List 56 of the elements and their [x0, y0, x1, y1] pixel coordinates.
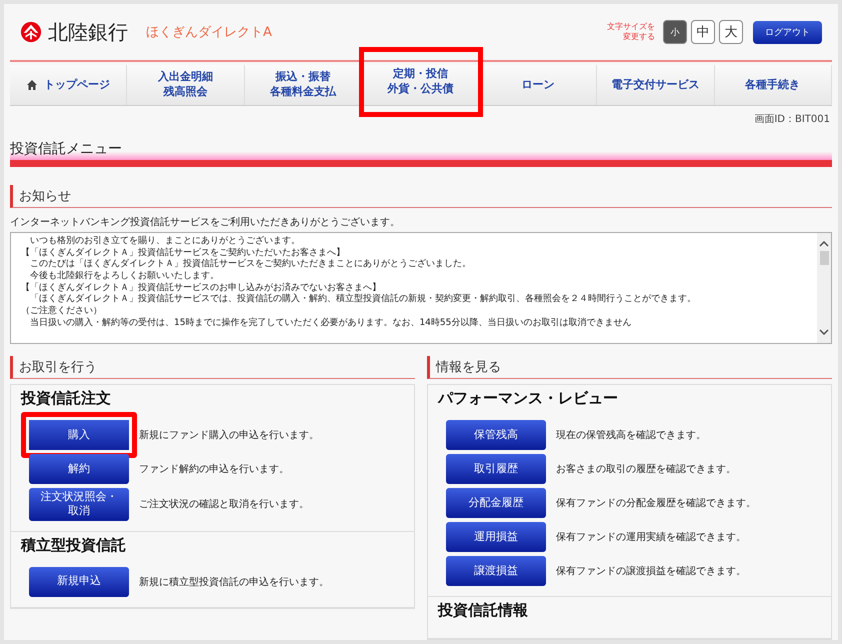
service-name: ほくぎんダイレクトA	[146, 24, 272, 41]
scrollbar-thumb[interactable]	[820, 251, 828, 265]
menu-button[interactable]: 分配金履歴	[446, 488, 546, 518]
section-heading: お知らせ	[10, 185, 832, 208]
screen-id: 画面ID：BIT001	[754, 114, 830, 125]
notice-line: 今後も北陸銀行をよろしくお願いいたします。	[29, 271, 220, 282]
font-size-label: 文字サイズを変更する	[606, 22, 655, 42]
notice-line: いつも格別のお引き立てを賜り、まことにありがとうございます。	[29, 236, 301, 248]
home-icon	[26, 79, 38, 91]
notice-line: 【「ほくぎんダイレクトＡ」投資信託サービスのお申し込みがお済みでないお客さまへ】	[21, 282, 382, 294]
group-title: 投資信託情報	[438, 601, 529, 620]
notice-line: 当日扱いの購入・解約等の受付は、15時までに操作を完了していただく必要があります。なお、14時55分以降、当日扱いのお取引は取消できません	[29, 318, 632, 330]
nav-tab[interactable]: 振込・振替 各種料金支払	[244, 65, 362, 105]
bank-name: 北陸銀行	[48, 18, 128, 46]
nav-tab[interactable]: 入出金明細 残高照会	[127, 65, 245, 105]
group-title: パフォーマンス・レビュー	[438, 389, 619, 408]
menu-description: 保有ファンドの運用実績を確認できます。	[556, 530, 746, 544]
font-size-button[interactable]: 中	[691, 20, 715, 44]
highlighted-nav-tab[interactable]: 定期・投信 外貨・公共債	[362, 50, 480, 114]
scroll-up-icon[interactable]	[819, 241, 829, 247]
menu-description: 保有ファンドの譲渡損益を確認できます。	[556, 564, 746, 578]
menu-description: 新規に積立型投資信託の申込を行います。	[139, 576, 329, 589]
menu-button[interactable]: 取引履歴	[446, 454, 546, 484]
scroll-down-icon[interactable]	[819, 329, 829, 335]
menu-description: 新規にファンド購入の申込を行います。	[139, 428, 319, 442]
nav-tab[interactable]: トップページ	[10, 65, 128, 105]
notice-line: 【「ほくぎんダイレクトＡ」投資信託サービスをご契約いただいたお客さまへ】	[21, 248, 346, 258]
menu-button[interactable]: 新規申込	[29, 566, 129, 597]
nav-tab[interactable]: ローン	[480, 65, 598, 105]
scrollbar[interactable]	[817, 233, 831, 343]
notice-line: 「ほくぎんダイレクトＡ」投資信託サービスでは、投資信託の購入・解約、積立型投資信託の新規・契約変更・解約取引、各種照会を２４時間行うことができます。	[29, 294, 697, 306]
menu-description: ファンド解約の申込を行います。	[139, 462, 289, 476]
menu-button[interactable]: 運用損益	[446, 522, 546, 552]
menu-button[interactable]: 購入	[21, 412, 137, 458]
group-title: 積立型投資信託	[21, 536, 127, 555]
bank-logo-icon	[20, 21, 42, 43]
menu-description: 保有ファンドの分配金履歴を確認できます。	[556, 496, 756, 510]
font-size-button[interactable]: 小	[663, 20, 687, 44]
menu-button[interactable]: 解約	[29, 454, 129, 484]
group-title: 投資信託注文	[21, 389, 112, 408]
menu-description: お客さまの取引の履歴を確認できます。	[556, 462, 736, 476]
notice-line: このたびは「ほくぎんダイレクトＡ」投資信託サービスをご契約いただきまことにありがとうございました。	[29, 259, 472, 270]
menu-description: 現在の保管残高を確認できます。	[556, 428, 706, 442]
logout-button[interactable]: ログアウト	[753, 20, 822, 44]
font-size-button[interactable]: 大	[719, 20, 743, 44]
nav-tab[interactable]: 各種手続き	[714, 65, 832, 105]
notice-intro: インターネットバンキング投資信託サービスをご利用いただきありがとうございます。	[10, 216, 401, 229]
menu-button[interactable]: 注文状況照会・ 取消	[29, 488, 129, 521]
section-heading: 情報を見る	[427, 356, 832, 379]
notice-line: （ご注意ください）	[21, 306, 103, 318]
menu-button[interactable]: 保管残高	[446, 420, 546, 450]
menu-button[interactable]: 譲渡損益	[446, 556, 546, 586]
menu-description: ご注文状況の確認と取消を行います。	[139, 498, 309, 512]
notice-textarea[interactable]	[10, 232, 832, 344]
section-heading: お取引を行う	[10, 356, 415, 379]
nav-tab[interactable]: 電子交付サービス	[597, 65, 715, 105]
